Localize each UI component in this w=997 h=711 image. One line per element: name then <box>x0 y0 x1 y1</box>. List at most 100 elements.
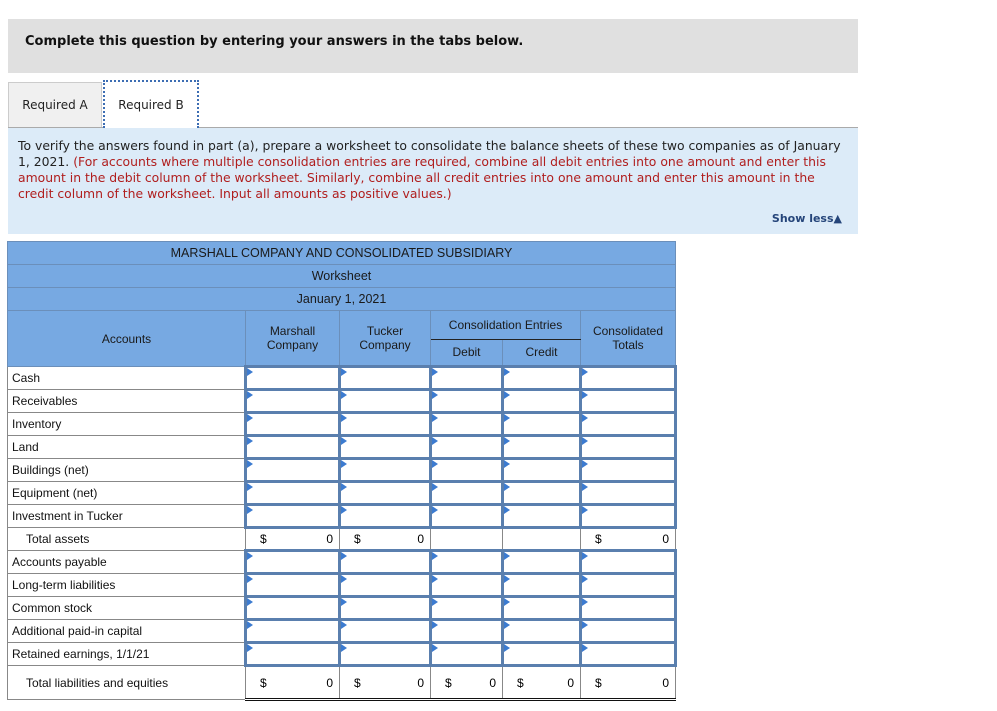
input-credit[interactable] <box>501 503 582 529</box>
input-debit[interactable] <box>429 503 504 529</box>
input-marshall[interactable] <box>244 503 341 529</box>
total-assets-tucker: $0 <box>339 526 431 551</box>
header-tucker: Tucker Company <box>339 310 431 367</box>
input-tucker[interactable] <box>338 549 432 575</box>
input-credit[interactable] <box>501 480 582 506</box>
input-marshall[interactable] <box>244 365 341 391</box>
input-credit[interactable] <box>501 434 582 460</box>
input-credit[interactable] <box>501 365 582 391</box>
currency-symbol: $ <box>595 675 602 690</box>
total-assets-marshall: $0 <box>245 526 340 551</box>
account-label: Retained earnings, 1/1/21 <box>7 642 246 666</box>
account-row: Common stock <box>7 595 677 621</box>
total-value: 0 <box>417 532 424 546</box>
input-credit[interactable] <box>501 549 582 575</box>
input-debit[interactable] <box>429 388 504 414</box>
input-tucker[interactable] <box>338 388 432 414</box>
input-debit[interactable] <box>429 549 504 575</box>
total-liabilities-row: Total liabilities and equities $0 $0 $0 … <box>7 664 676 701</box>
input-tucker[interactable] <box>338 618 432 644</box>
account-row: Retained earnings, 1/1/21 <box>7 641 677 667</box>
total-value: 0 <box>326 675 333 690</box>
input-credit[interactable] <box>501 572 582 598</box>
input-tucker[interactable] <box>338 365 432 391</box>
input-credit[interactable] <box>501 457 582 483</box>
total-assets-credit <box>502 527 581 551</box>
currency-symbol: $ <box>354 532 361 546</box>
input-consolidated[interactable] <box>579 549 677 575</box>
input-tucker[interactable] <box>338 595 432 621</box>
input-marshall[interactable] <box>244 618 341 644</box>
account-label: Long-term liabilities <box>7 573 246 597</box>
input-marshall[interactable] <box>244 434 341 460</box>
account-row: Receivables <box>7 388 677 414</box>
input-marshall[interactable] <box>244 480 341 506</box>
account-label: Investment in Tucker <box>7 504 246 528</box>
input-debit[interactable] <box>429 411 504 437</box>
input-consolidated[interactable] <box>579 618 677 644</box>
currency-symbol: $ <box>445 675 452 690</box>
total-liabilities-marshall: $0 <box>245 664 340 701</box>
header-credit: Credit <box>502 338 581 367</box>
instruction-banner: Complete this question by entering your … <box>8 19 858 73</box>
total-liabilities-label: Total liabilities and equities <box>7 665 246 700</box>
input-debit[interactable] <box>429 641 504 667</box>
show-less-link[interactable]: Show less▲ <box>772 212 842 225</box>
instructions-text: To verify the answers found in part (a),… <box>18 138 843 202</box>
input-credit[interactable] <box>501 411 582 437</box>
total-value: 0 <box>326 532 333 546</box>
input-consolidated[interactable] <box>579 503 677 529</box>
input-tucker[interactable] <box>338 480 432 506</box>
input-consolidated[interactable] <box>579 457 677 483</box>
input-consolidated[interactable] <box>579 572 677 598</box>
input-marshall[interactable] <box>244 641 341 667</box>
input-marshall[interactable] <box>244 457 341 483</box>
input-credit[interactable] <box>501 595 582 621</box>
input-credit[interactable] <box>501 618 582 644</box>
input-debit[interactable] <box>429 365 504 391</box>
input-tucker[interactable] <box>338 641 432 667</box>
input-marshall[interactable] <box>244 549 341 575</box>
account-row: Additional paid-in capital <box>7 618 677 644</box>
input-consolidated[interactable] <box>579 595 677 621</box>
input-debit[interactable] <box>429 480 504 506</box>
input-credit[interactable] <box>501 641 582 667</box>
input-marshall[interactable] <box>244 388 341 414</box>
input-consolidated[interactable] <box>579 641 677 667</box>
input-tucker[interactable] <box>338 411 432 437</box>
header-consolidated-totals: Consolidated Totals <box>580 310 676 367</box>
input-debit[interactable] <box>429 572 504 598</box>
input-tucker[interactable] <box>338 457 432 483</box>
total-value: 0 <box>662 532 669 546</box>
input-debit[interactable] <box>429 434 504 460</box>
input-consolidated[interactable] <box>579 388 677 414</box>
input-tucker[interactable] <box>338 434 432 460</box>
total-assets-label: Total assets <box>7 527 246 551</box>
input-consolidated[interactable] <box>579 411 677 437</box>
currency-symbol: $ <box>595 532 602 546</box>
total-assets-debit <box>430 527 503 551</box>
input-marshall[interactable] <box>244 595 341 621</box>
input-consolidated[interactable] <box>579 434 677 460</box>
total-liabilities-tucker: $0 <box>339 664 431 701</box>
input-consolidated[interactable] <box>579 365 677 391</box>
total-liabilities-debit: $0 <box>430 664 503 701</box>
input-marshall[interactable] <box>244 572 341 598</box>
tab-required-b[interactable]: Required B <box>103 80 199 128</box>
input-debit[interactable] <box>429 618 504 644</box>
total-liabilities-consolidated: $0 <box>580 664 676 701</box>
account-label: Inventory <box>7 412 246 436</box>
input-credit[interactable] <box>501 388 582 414</box>
input-marshall[interactable] <box>244 411 341 437</box>
input-tucker[interactable] <box>338 503 432 529</box>
triangle-up-icon: ▲ <box>833 212 842 225</box>
account-row: Land <box>7 434 677 460</box>
tab-required-a[interactable]: Required A <box>8 82 102 127</box>
input-debit[interactable] <box>429 595 504 621</box>
input-consolidated[interactable] <box>579 480 677 506</box>
input-tucker[interactable] <box>338 572 432 598</box>
input-debit[interactable] <box>429 457 504 483</box>
instructions-note: (For accounts where multiple consolidati… <box>18 154 826 201</box>
total-assets-consolidated: $0 <box>580 526 676 551</box>
total-value: 0 <box>662 675 669 690</box>
